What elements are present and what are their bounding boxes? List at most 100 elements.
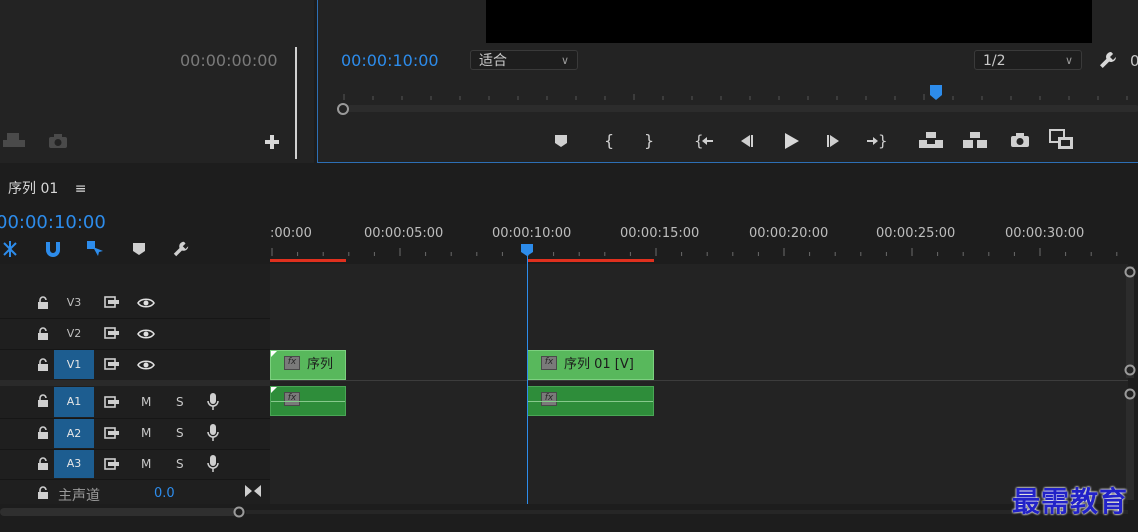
step-back-icon[interactable] [738,133,754,149]
sync-lock-icon[interactable] [104,296,120,308]
go-to-in-icon[interactable]: { [694,132,714,150]
add-marker-icon[interactable] [554,134,568,148]
video-clip[interactable]: fx 序列 01 [V] [527,350,654,380]
sync-lock-icon[interactable] [104,327,120,339]
scroll-handle-icon[interactable] [1124,266,1136,278]
corner-marker-icon [271,387,277,393]
go-to-out-icon[interactable]: } [866,132,886,150]
source-divider [295,47,297,159]
go-to-end-icon[interactable] [244,484,262,498]
lock-icon[interactable] [37,394,49,408]
mark-out-icon[interactable]: } [642,131,654,151]
export-frame-icon[interactable] [2,131,26,149]
track-label[interactable]: A1 [54,387,94,417]
comparison-view-icon[interactable] [1049,129,1075,151]
eye-icon[interactable] [137,328,155,340]
lock-icon[interactable] [37,296,49,310]
export-frame-icon[interactable] [1010,132,1030,148]
source-panel: 00:00:00:00 [0,0,314,163]
panel-menu-icon[interactable]: ≡ [75,181,87,197]
sequence-tab[interactable]: 序列 01 ≡ [8,178,86,198]
lock-icon[interactable] [37,426,49,440]
lift-icon[interactable] [918,131,944,149]
resolution-select[interactable]: 1/2 ∨ [974,50,1082,70]
zoom-handle-icon[interactable] [233,506,245,518]
snap-magnet-icon[interactable] [44,240,62,258]
horizontal-zoom-scrollbar[interactable] [0,508,244,516]
eye-icon[interactable] [137,297,155,309]
wrench-icon[interactable] [1098,50,1118,70]
video-preview [486,0,1092,43]
lane-v3[interactable] [270,288,1128,319]
time-ruler[interactable]: :00:00 00:00:05:00 00:00:10:00 00:00:15:… [270,218,1128,264]
lane-v2[interactable] [270,318,1128,350]
lane-a2[interactable] [270,418,1128,450]
sync-lock-icon[interactable] [104,396,120,408]
mute-button[interactable]: M [141,457,151,471]
linked-selection-icon[interactable] [86,240,104,258]
horizontal-scroll-track[interactable] [246,510,1128,514]
microphone-icon[interactable] [207,454,219,474]
lock-icon[interactable] [37,327,49,341]
lock-icon[interactable] [37,358,49,372]
eye-icon[interactable] [137,359,155,371]
add-button-icon[interactable] [264,134,280,150]
playhead-line[interactable] [527,250,528,504]
track-label[interactable]: V2 [54,318,94,349]
sync-lock-icon[interactable] [104,427,120,439]
program-timecode[interactable]: 00:00:10:00 [341,51,439,70]
track-label[interactable]: A3 [54,450,94,478]
sequence-timecode[interactable]: 00:00:10:00 [0,212,106,233]
add-marker-icon[interactable] [132,242,146,256]
microphone-icon[interactable] [207,423,219,443]
lane-v1[interactable] [270,349,1128,381]
audio-clip[interactable]: fx [270,386,346,416]
corner-marker-icon [271,351,277,357]
fx-badge[interactable]: fx [284,392,300,406]
video-clip[interactable]: fx 序列 [270,350,346,380]
chevron-down-icon: ∨ [560,54,569,67]
mark-in-icon[interactable]: { [602,131,614,151]
lane-a1[interactable] [270,386,1128,419]
sync-lock-icon[interactable] [104,358,120,370]
chevron-down-icon: ∨ [1064,54,1073,67]
nest-toggle-icon[interactable] [0,240,20,258]
audio-waveform-line [271,401,345,402]
timeline-settings-wrench-icon[interactable] [172,240,190,258]
ruler-label: 00:00:05:00 [364,226,444,241]
fx-badge[interactable]: fx [284,356,300,370]
audio-clip[interactable]: fx [527,386,654,416]
source-timecode[interactable]: 00:00:00:00 [180,51,278,70]
lane-top-empty [270,264,1128,289]
vertical-scrollbar-video[interactable] [1126,266,1134,378]
zoom-select[interactable]: 适合 ∨ [470,50,578,70]
program-mini-ruler[interactable] [336,84,1138,116]
svg-text:}: } [644,131,654,150]
extract-icon[interactable] [962,131,988,149]
lock-icon[interactable] [37,486,49,500]
scroll-handle-icon[interactable] [1124,364,1136,376]
master-volume-value[interactable]: 0.0 [154,486,175,501]
mute-button[interactable]: M [141,395,151,409]
camera-icon[interactable] [48,133,68,149]
track-header-master: 主声道 0.0 [0,479,270,504]
fx-badge[interactable]: fx [541,392,557,406]
mute-button[interactable]: M [141,426,151,440]
track-label[interactable]: A2 [54,419,94,448]
lane-a3[interactable] [270,449,1128,480]
playhead-handle-icon[interactable] [520,243,534,257]
track-label[interactable]: V3 [54,288,94,318]
ruler-label: 00:00:20:00 [749,226,829,241]
step-forward-icon[interactable] [826,133,842,149]
watermark-text: 最需教育 [1012,485,1129,518]
play-icon[interactable] [782,131,800,151]
microphone-icon[interactable] [207,392,219,412]
solo-button[interactable]: S [176,395,184,409]
solo-button[interactable]: S [176,426,184,440]
scroll-handle-icon[interactable] [1124,388,1136,400]
solo-button[interactable]: S [176,457,184,471]
fx-badge[interactable]: fx [541,356,557,370]
lock-icon[interactable] [37,457,49,471]
track-label[interactable]: V1 [54,350,94,379]
sync-lock-icon[interactable] [104,458,120,470]
